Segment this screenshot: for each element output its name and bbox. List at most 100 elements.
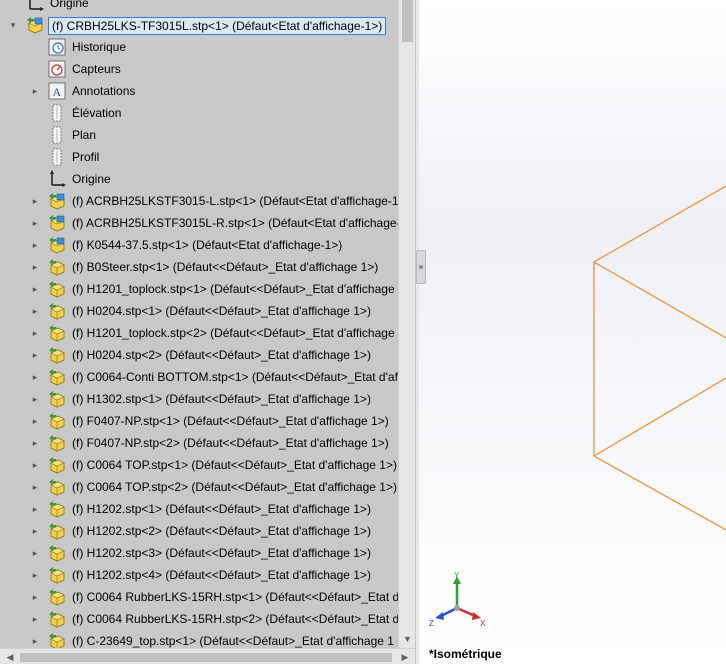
tree-item-label: (f) C-23649_top.stp<1> (Défaut<<Défaut>_… (72, 634, 394, 648)
tree-item-label: (f) F0407-NP.stp<2> (Défaut<<Défaut>_Eta… (72, 436, 389, 450)
expand-arrow-icon[interactable]: ▸ (30, 262, 40, 272)
expand-arrow-icon[interactable]: ▸ (30, 614, 40, 624)
vertical-scroll-thumb[interactable] (402, 0, 413, 42)
plane-icon (48, 104, 66, 122)
part-icon (48, 610, 66, 628)
part-icon (48, 588, 66, 606)
tree-item[interactable]: ▸ (f) H0204.stp<2> (Défaut<<Défaut>_Etat … (0, 344, 398, 366)
tree-item[interactable]: ▸ (f) H1201_toplock.stp<2> (Défaut<<Défau… (0, 322, 398, 344)
part-icon (48, 500, 66, 518)
expand-arrow-icon[interactable]: ▸ (30, 328, 40, 338)
tree-item[interactable]: ▸ (f) F0407-NP.stp<2> (Défaut<<Défaut>_Et… (0, 432, 398, 454)
tree-item[interactable]: ▸ (f) C-23649_top.stp<1> (Défaut<<Défaut>… (0, 630, 398, 648)
expand-arrow-icon[interactable]: ▸ (30, 482, 40, 492)
tree-item-label: (f) ACRBH25LKSTF3015L-R.stp<1> (Défaut<E… (72, 216, 398, 230)
tree-item-label: (f) B0Steer.stp<1> (Défaut<<Défaut>_Etat… (72, 260, 379, 274)
assembly-icon (26, 16, 44, 34)
tree-item[interactable]: ▸ (f) H1202.stp<4> (Défaut<<Défaut>_Etat … (0, 564, 398, 586)
tree-item[interactable]: Élévation (0, 102, 398, 124)
triad-z-label: Z (429, 619, 434, 628)
tree-item[interactable]: ▸ (f) C0064 TOP.stp<2> (Défaut<<Défaut>_E… (0, 476, 398, 498)
expand-arrow-icon[interactable]: ▸ (30, 570, 40, 580)
tree-item[interactable]: ▸ A Annotations (0, 80, 398, 102)
tree-item-label: (f) H1202.stp<2> (Défaut<<Défaut>_Etat d… (72, 524, 371, 538)
expand-arrow-icon[interactable]: ▸ (30, 218, 40, 228)
tree-item[interactable]: Capteurs (0, 58, 398, 80)
tree-item[interactable]: Origine (0, 0, 398, 14)
expand-arrow-icon[interactable]: ▸ (30, 504, 40, 514)
horizontal-scroll-thumb[interactable] (20, 653, 392, 662)
expand-arrow-icon[interactable]: ▸ (30, 196, 40, 206)
tree-item[interactable]: ▸ (f) H0204.stp<1> (Défaut<<Défaut>_Etat … (0, 300, 398, 322)
tree-item[interactable]: ▸ (f) ACRBH25LKSTF3015-L.stp<1> (Défaut<E… (0, 190, 398, 212)
tree-item[interactable]: ▸ (f) H1302.stp<1> (Défaut<<Défaut>_Etat … (0, 388, 398, 410)
expand-arrow-icon[interactable]: ▸ (30, 86, 40, 96)
assembly-blue-icon (48, 192, 66, 210)
part-icon (48, 544, 66, 562)
annotations-icon: A (48, 82, 66, 100)
tree-item[interactable]: ▸ (f) C0064 RubberLKS-15RH.stp<2> (Défaut… (0, 608, 398, 630)
scroll-down-arrow-icon[interactable]: ▼ (399, 632, 416, 646)
graphics-area[interactable] (419, 0, 726, 664)
part-icon (48, 522, 66, 540)
tree-item[interactable]: Profil (0, 146, 398, 168)
tree-item[interactable]: ▸ (f) C0064 RubberLKS-15RH.stp<1> (Défaut… (0, 586, 398, 608)
tree-item[interactable]: ▸ (f) B0Steer.stp<1> (Défaut<<Défaut>_Eta… (0, 256, 398, 278)
grip-dots-icon (419, 265, 423, 269)
triad-x-label: X (480, 619, 486, 628)
tree-item[interactable]: ▸ (f) C0064 TOP.stp<1> (Défaut<<Défaut>_E… (0, 454, 398, 476)
tree-item-label: Historique (72, 40, 127, 54)
expand-arrow-icon[interactable]: ▸ (30, 394, 40, 404)
assembly-blue-icon (48, 214, 66, 232)
tree-item-label: (f) C0064 TOP.stp<1> (Défaut<<Défaut>_Et… (72, 458, 397, 472)
tree-item[interactable]: ▸ (f) H1202.stp<1> (Défaut<<Défaut>_Etat … (0, 498, 398, 520)
expand-arrow-icon[interactable]: ▸ (30, 306, 40, 316)
feature-manager-tree[interactable]: Origine ▾ (f) CRBH25LKS-TF3015L.stp<1> (Dé… (0, 0, 398, 648)
part-icon (48, 258, 66, 276)
expand-arrow-icon[interactable]: ▸ (30, 284, 40, 294)
expand-arrow-icon[interactable]: ▸ (30, 526, 40, 536)
tree-item[interactable]: ▸ (f) F0407-NP.stp<1> (Défaut<<Défaut>_Et… (0, 410, 398, 432)
origin-icon (26, 0, 44, 12)
tree-item[interactable]: ▸ (f) H1201_toplock.stp<1> (Défaut<<Défau… (0, 278, 398, 300)
expand-arrow-icon[interactable]: ▸ (30, 592, 40, 602)
expand-arrow-icon[interactable]: ▸ (30, 636, 40, 646)
tree-item-label: (f) H1201_toplock.stp<1> (Défaut<<Défaut… (72, 282, 398, 296)
tree-item[interactable]: ▸ (f) ACRBH25LKSTF3015L-R.stp<1> (Défaut<… (0, 212, 398, 234)
tree-item[interactable]: ▸ (f) C0064-Conti BOTTOM.stp<1> (Défaut<<… (0, 366, 398, 388)
part-icon (48, 632, 66, 648)
tree-vertical-scrollbar[interactable]: ▼ (398, 0, 415, 648)
expand-arrow-icon[interactable]: ▸ (30, 240, 40, 250)
tree-item-label: (f) F0407-NP.stp<1> (Défaut<<Défaut>_Eta… (72, 414, 389, 428)
expand-arrow-icon[interactable]: ▸ (30, 438, 40, 448)
tree-horizontal-scrollbar[interactable]: ◀ ▶ (0, 648, 415, 664)
collapse-arrow-icon[interactable]: ▾ (8, 20, 18, 30)
sensor-icon (48, 60, 66, 78)
scroll-right-arrow-icon[interactable]: ▶ (398, 650, 412, 664)
tree-item[interactable]: Origine (0, 168, 398, 190)
plane-icon (48, 126, 66, 144)
expand-arrow-icon[interactable]: ▸ (30, 460, 40, 470)
scroll-left-arrow-icon[interactable]: ◀ (3, 650, 17, 664)
reference-triad: Y X Z (429, 572, 486, 628)
tree-item-label: (f) K0544-37.5.stp<1> (Défaut<Etat d'aff… (72, 238, 343, 252)
origin-icon (48, 170, 66, 188)
tree-item[interactable]: ▾ (f) CRBH25LKS-TF3015L.stp<1> (Défaut<Et… (0, 14, 398, 36)
tree-item-label: (f) H1302.stp<1> (Défaut<<Défaut>_Etat d… (72, 392, 371, 406)
part-icon (48, 280, 66, 298)
part-icon (48, 346, 66, 364)
expand-arrow-icon[interactable]: ▸ (30, 416, 40, 426)
expand-arrow-icon[interactable]: ▸ (30, 372, 40, 382)
tree-item-label: (f) H1201_toplock.stp<2> (Défaut<<Défaut… (72, 326, 398, 340)
tree-item[interactable]: ▸ (f) K0544-37.5.stp<1> (Défaut<Etat d'af… (0, 234, 398, 256)
tree-item[interactable]: ▸ (f) H1202.stp<3> (Défaut<<Défaut>_Etat … (0, 542, 398, 564)
expand-arrow-icon[interactable]: ▸ (30, 548, 40, 558)
tree-item[interactable]: Historique (0, 36, 398, 58)
triad-y-label: Y (454, 572, 460, 580)
tree-item[interactable]: Plan (0, 124, 398, 146)
part-icon (48, 456, 66, 474)
tree-item[interactable]: ▸ (f) H1202.stp<2> (Défaut<<Défaut>_Etat … (0, 520, 398, 542)
part-icon (48, 566, 66, 584)
collapse-panel-handle[interactable] (416, 250, 426, 284)
expand-arrow-icon[interactable]: ▸ (30, 350, 40, 360)
